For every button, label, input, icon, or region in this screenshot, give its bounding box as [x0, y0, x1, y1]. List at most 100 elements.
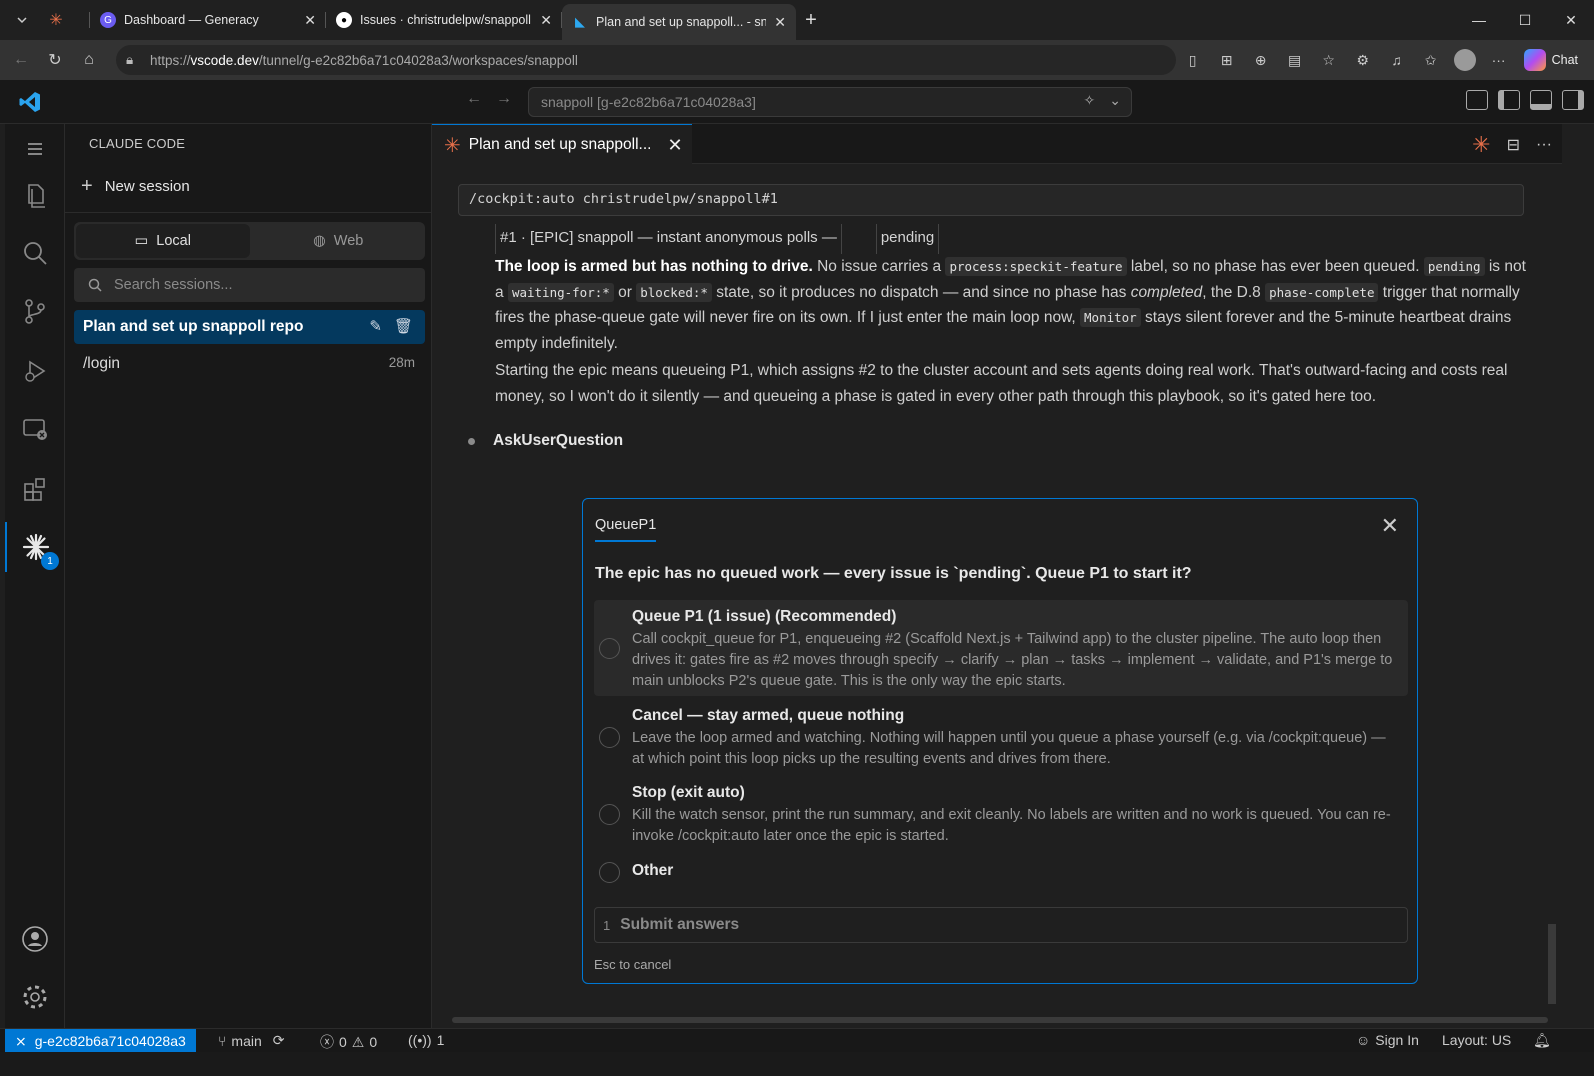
- edit-pencil-icon[interactable]: ✎: [369, 317, 382, 335]
- message-paragraph: Starting the epic means queueing P1, whi…: [495, 362, 1508, 405]
- tab-title: Issues · christrudelpw/snappoll: [360, 13, 531, 27]
- accounts-icon[interactable]: [5, 914, 65, 964]
- command-center[interactable]: snappoll [g-e2c82b6a71c04028a3] ✧ ⌄: [528, 87, 1132, 117]
- session-source-toggle: ▭ Local ◍ Web: [74, 222, 425, 260]
- back-arrow-icon[interactable]: ←: [4, 51, 38, 69]
- claude-code-icon[interactable]: 1: [5, 522, 65, 572]
- option-queue-p1[interactable]: Queue P1 (1 issue) (Recommended) Call co…: [594, 600, 1408, 696]
- search-icon: [88, 278, 102, 292]
- chevron-down-icon[interactable]: ⌄: [1109, 92, 1121, 109]
- vertical-scrollbar[interactable]: [1548, 924, 1556, 1004]
- segment-web[interactable]: ◍ Web: [252, 222, 426, 260]
- more-actions-icon[interactable]: ···: [1536, 136, 1552, 154]
- favorite-star-icon[interactable]: ☆: [1314, 45, 1344, 75]
- tool-name: AskUserQuestion: [493, 432, 624, 449]
- immersive-reader-icon[interactable]: ▤: [1280, 45, 1310, 75]
- tab-actions-menu[interactable]: [6, 5, 38, 35]
- manage-gear-icon[interactable]: [5, 972, 65, 1022]
- address-bar[interactable]: 🔒︎ https://vscode.dev/tunnel/g-e2c82b6a7…: [116, 45, 1176, 75]
- chat-sparkle-icon[interactable]: ✧: [1084, 92, 1096, 109]
- generacy-icon: G: [100, 12, 116, 28]
- toggle-panel-icon[interactable]: [1530, 90, 1552, 110]
- session-item[interactable]: /login 28m: [74, 347, 425, 381]
- notification-badge: 1: [41, 552, 59, 570]
- question-text: The epic has no queued work — every issu…: [595, 565, 1192, 582]
- close-window-icon[interactable]: ✕: [1548, 0, 1594, 40]
- editor-tab-title: Plan and set up snappoll...: [468, 136, 652, 153]
- search-icon[interactable]: [5, 228, 65, 278]
- toggle-primary-sidebar-icon[interactable]: [1498, 90, 1520, 110]
- search-sessions-input[interactable]: [114, 277, 404, 293]
- question-tab[interactable]: QueueP1: [595, 517, 657, 542]
- bell-icon[interactable]: 🔔︎: [1533, 1032, 1551, 1049]
- copilot-chat-button[interactable]: Chat: [1518, 49, 1584, 71]
- source-control-icon[interactable]: [5, 286, 65, 336]
- radio-button[interactable]: [599, 638, 620, 659]
- new-tab-button[interactable]: +: [796, 9, 826, 32]
- tab-title: Dashboard — Generacy: [124, 13, 259, 27]
- split-editor-icon[interactable]: ⊟: [1507, 135, 1520, 155]
- message-paragraph: The loop is armed but has nothing to dri…: [495, 257, 1526, 352]
- browser-essentials-icon[interactable]: ♫: [1382, 45, 1412, 75]
- minimize-icon[interactable]: —: [1456, 0, 1502, 40]
- horizontal-scrollbar[interactable]: [452, 1017, 1548, 1023]
- problems-indicator[interactable]: ⓧ 0 ⚠︎ 0: [320, 1032, 377, 1052]
- run-debug-icon[interactable]: [5, 346, 65, 396]
- favorites-icon[interactable]: ✩: [1416, 45, 1446, 75]
- close-icon[interactable]: ✕: [532, 12, 552, 29]
- apps-icon[interactable]: ⊞: [1212, 45, 1242, 75]
- close-icon[interactable]: ✕: [667, 135, 682, 156]
- option-cancel[interactable]: Cancel — stay armed, queue nothing Leave…: [594, 699, 1408, 773]
- claude-asterisk-icon: ✳: [444, 134, 461, 157]
- go-back-icon[interactable]: ←: [466, 90, 482, 108]
- more-options-icon[interactable]: ···: [1484, 45, 1514, 75]
- profile-avatar[interactable]: [1450, 45, 1480, 75]
- customize-layout-icon[interactable]: [1466, 90, 1488, 110]
- reload-icon[interactable]: ↻: [38, 50, 72, 70]
- submit-answers-button[interactable]: 1 Submit answers: [594, 907, 1408, 943]
- maximize-icon[interactable]: ☐: [1502, 0, 1548, 40]
- browser-tab-strip: ✳ G Dashboard — Generacy ✕ ● Issues · ch…: [0, 0, 1594, 40]
- copilot-icon: ☺: [1356, 1032, 1371, 1048]
- sign-in-button[interactable]: ☺ Sign In: [1356, 1032, 1419, 1048]
- extensions-icon[interactable]: [5, 464, 65, 514]
- option-stop[interactable]: Stop (exit auto) Kill the watch sensor, …: [594, 776, 1408, 850]
- home-icon[interactable]: ⌂: [72, 51, 106, 69]
- editor-area: ✳ Plan and set up snappoll... ✕ ✳ ⊟ ··· …: [432, 124, 1562, 1029]
- remote-explorer-icon[interactable]: [5, 404, 65, 454]
- close-icon[interactable]: ✕: [296, 12, 316, 29]
- option-other[interactable]: Other: [594, 854, 1408, 894]
- browser-tab-vscode[interactable]: ◣ Plan and set up snappoll... - snapp ✕: [562, 4, 796, 40]
- segment-local[interactable]: ▭ Local: [76, 224, 250, 258]
- editor-tab-active[interactable]: ✳ Plan and set up snappoll... ✕: [432, 124, 692, 165]
- new-session-button[interactable]: + New session: [81, 176, 190, 196]
- browser-toolbar: ← ↻ ⌂ 🔒︎ https://vscode.dev/tunnel/g-e2c…: [0, 40, 1594, 80]
- claude-code-sidebar: CLAUDE CODE + New session ▭ Local ◍ Web …: [65, 124, 432, 1052]
- extensions-icon[interactable]: ⚙: [1348, 45, 1378, 75]
- explorer-icon[interactable]: [5, 170, 65, 220]
- go-forward-icon[interactable]: →: [496, 90, 512, 108]
- session-item-active[interactable]: Plan and set up snappoll repo ✎ 🗑︎: [74, 310, 425, 344]
- sync-icon[interactable]: ⟳: [273, 1032, 285, 1049]
- close-icon[interactable]: ✕: [766, 14, 786, 31]
- search-sessions-field: [74, 268, 425, 302]
- browser-tab-issues[interactable]: ● Issues · christrudelpw/snappoll ✕: [326, 4, 562, 36]
- submit-label: Submit answers: [620, 916, 740, 933]
- zoom-icon[interactable]: ⊕: [1246, 45, 1276, 75]
- read-mode-icon[interactable]: ▯: [1178, 45, 1208, 75]
- branch-indicator[interactable]: ⑂ main ⟳: [218, 1032, 285, 1049]
- browser-tab-claude[interactable]: ✳: [38, 4, 90, 36]
- remote-indicator[interactable]: ⨯ g-e2c82b6a71c04028a3: [5, 1029, 196, 1053]
- radio-button[interactable]: [599, 862, 620, 883]
- ports-indicator[interactable]: ((•)) 1: [408, 1032, 444, 1048]
- close-icon[interactable]: ✕: [1381, 513, 1399, 539]
- keyboard-layout[interactable]: Layout: US: [1442, 1032, 1511, 1048]
- toggle-secondary-sidebar-icon[interactable]: [1562, 90, 1584, 110]
- claude-asterisk-icon[interactable]: ✳: [1472, 132, 1490, 158]
- radio-button[interactable]: [599, 727, 620, 748]
- browser-tab-dashboard[interactable]: G Dashboard — Generacy ✕: [90, 4, 326, 36]
- trash-icon[interactable]: 🗑︎: [394, 317, 413, 335]
- segment-label: Local: [156, 233, 191, 249]
- radio-button[interactable]: [599, 804, 620, 825]
- menu-icon[interactable]: [5, 124, 65, 174]
